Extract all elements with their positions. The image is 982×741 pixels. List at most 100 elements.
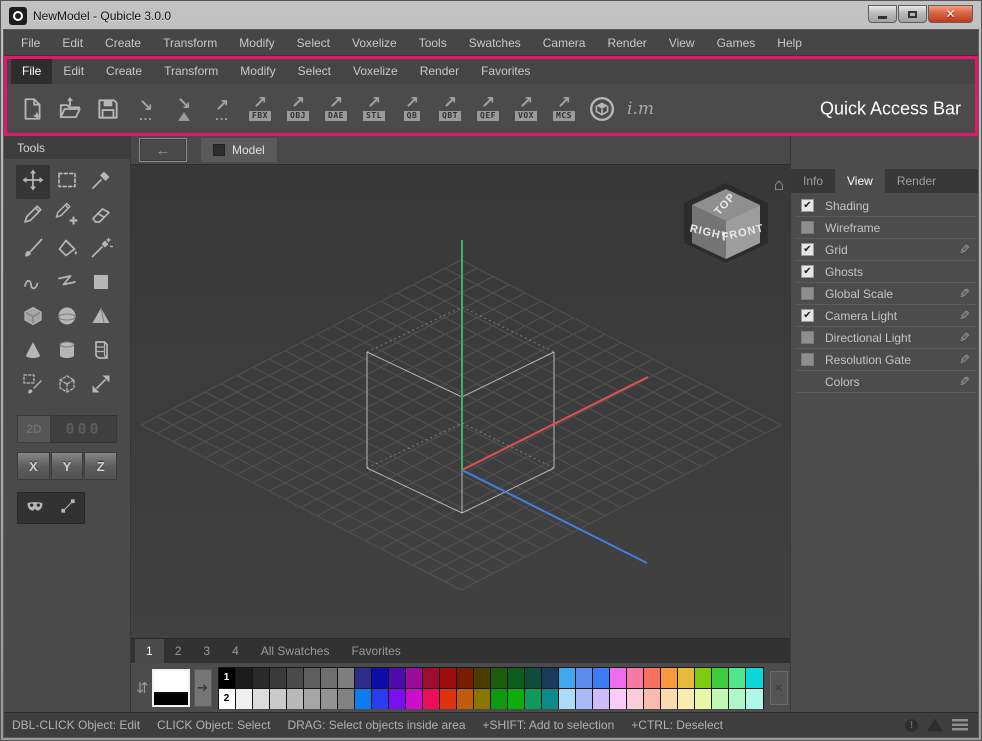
menu-modify[interactable]: Modify bbox=[228, 31, 285, 55]
palette-swatch[interactable] bbox=[303, 667, 321, 688]
palette-swatch[interactable] bbox=[354, 667, 372, 688]
menu-voxelize[interactable]: Voxelize bbox=[341, 31, 408, 55]
edit-pencil-icon[interactable]: ✎ bbox=[959, 352, 970, 368]
minimize-button[interactable] bbox=[868, 5, 897, 23]
secondary-color[interactable] bbox=[153, 693, 188, 705]
fill-tool[interactable] bbox=[50, 233, 84, 267]
close-button[interactable]: ✕ bbox=[928, 5, 973, 23]
palette-swatch[interactable] bbox=[337, 667, 355, 688]
menu-games[interactable]: Games bbox=[706, 31, 767, 55]
right-panel-tab-view[interactable]: View bbox=[835, 169, 885, 193]
delete-swatch-button[interactable]: ✕ bbox=[769, 670, 788, 705]
swatch-tab-all-swatches[interactable]: All Swatches bbox=[250, 639, 341, 663]
menu-transform[interactable]: Transform bbox=[152, 31, 228, 55]
maximize-button[interactable] bbox=[898, 5, 927, 23]
cylinder-tool[interactable] bbox=[50, 335, 84, 369]
sketchfab-button[interactable] bbox=[583, 87, 621, 131]
palette-swatch[interactable] bbox=[303, 688, 321, 709]
palette-swatch[interactable] bbox=[677, 688, 695, 709]
palette-swatch[interactable] bbox=[473, 667, 491, 688]
palette-swatch[interactable] bbox=[286, 667, 304, 688]
active-color-well[interactable] bbox=[151, 668, 190, 707]
menu-help[interactable]: Help bbox=[766, 31, 813, 55]
palette-swatch[interactable] bbox=[439, 667, 457, 688]
qab-menu-file[interactable]: File bbox=[11, 59, 53, 84]
spline-tool[interactable] bbox=[51, 493, 84, 523]
qab-menu-voxelize[interactable]: Voxelize bbox=[342, 59, 409, 84]
axis-x-button[interactable]: X bbox=[17, 452, 50, 480]
export-obj-button[interactable]: ↗ OBJ bbox=[279, 87, 317, 131]
export-qbt-button[interactable]: ↗ QBT bbox=[431, 87, 469, 131]
menu-select[interactable]: Select bbox=[286, 31, 341, 55]
palette-swatch[interactable] bbox=[541, 688, 559, 709]
slice-tool[interactable] bbox=[84, 335, 118, 369]
palette-swatch[interactable]: 1 bbox=[218, 667, 236, 688]
swatch-tab-1[interactable]: 1 bbox=[135, 639, 164, 663]
palette-swatch[interactable] bbox=[643, 688, 661, 709]
cone-tool[interactable] bbox=[16, 335, 50, 369]
palette-swatch[interactable]: 2 bbox=[218, 688, 236, 709]
swap-colors-icon[interactable]: ⇵ bbox=[136, 679, 149, 697]
palette-swatch[interactable] bbox=[507, 667, 525, 688]
navigation-cube[interactable]: TOP RIGHT FRONT bbox=[676, 181, 776, 285]
box-tool[interactable] bbox=[16, 301, 50, 335]
palette-swatch[interactable] bbox=[252, 688, 270, 709]
import-mesh-button[interactable]: ↘ bbox=[165, 87, 203, 131]
palette-swatch[interactable] bbox=[320, 688, 338, 709]
export-button[interactable]: ↗... bbox=[203, 87, 241, 131]
axis-y-button[interactable]: Y bbox=[50, 452, 84, 480]
palette-swatch[interactable] bbox=[626, 688, 644, 709]
palette-swatch[interactable] bbox=[439, 688, 457, 709]
export-vox-button[interactable]: ↗ VOX bbox=[507, 87, 545, 131]
export-stl-button[interactable]: ↗ STL bbox=[355, 87, 393, 131]
checkbox[interactable]: ✔ bbox=[801, 243, 814, 256]
palette-swatch[interactable] bbox=[473, 688, 491, 709]
qab-menu-edit[interactable]: Edit bbox=[52, 59, 95, 84]
palette-swatch[interactable] bbox=[728, 667, 746, 688]
palette-swatch[interactable] bbox=[490, 667, 508, 688]
rectangle-tool[interactable] bbox=[84, 267, 118, 301]
export-qef-button[interactable]: ↗ QEF bbox=[469, 87, 507, 131]
back-button[interactable]: ← bbox=[139, 138, 187, 162]
menu-view[interactable]: View bbox=[658, 31, 706, 55]
export-mcs-button[interactable]: ↗ MCS bbox=[545, 87, 583, 131]
qab-menu-select[interactable]: Select bbox=[287, 59, 342, 84]
palette-swatch[interactable] bbox=[235, 667, 253, 688]
palette-swatch[interactable] bbox=[524, 688, 542, 709]
palette-swatch[interactable] bbox=[677, 667, 695, 688]
3d-viewport[interactable]: ⌂ TOP RIGHT FRONT bbox=[131, 164, 790, 638]
2d-mode-button[interactable]: 2D bbox=[17, 415, 51, 443]
export-dae-button[interactable]: ↗ DAE bbox=[317, 87, 355, 131]
palette-swatch[interactable] bbox=[354, 688, 372, 709]
swatch-tab-favorites[interactable]: Favorites bbox=[340, 639, 411, 663]
palette-swatch[interactable] bbox=[728, 688, 746, 709]
cube-select-tool[interactable] bbox=[50, 369, 84, 403]
checkbox[interactable] bbox=[801, 353, 814, 366]
save-button[interactable] bbox=[89, 87, 127, 131]
checkbox[interactable]: ✔ bbox=[801, 265, 814, 278]
swatch-tab-4[interactable]: 4 bbox=[221, 639, 250, 663]
palette-swatch[interactable] bbox=[660, 667, 678, 688]
palette-swatch[interactable] bbox=[371, 688, 389, 709]
menu-create[interactable]: Create bbox=[94, 31, 152, 55]
palette-swatch[interactable] bbox=[592, 688, 610, 709]
palette-swatch[interactable] bbox=[456, 667, 474, 688]
palette-swatch[interactable] bbox=[524, 667, 542, 688]
palette-swatch[interactable] bbox=[745, 667, 763, 688]
line-tool[interactable] bbox=[50, 267, 84, 301]
palette-swatch[interactable] bbox=[286, 688, 304, 709]
checkbox[interactable] bbox=[801, 331, 814, 344]
palette-swatch[interactable] bbox=[422, 667, 440, 688]
palette-swatch[interactable] bbox=[541, 667, 559, 688]
palette-swatch[interactable] bbox=[405, 688, 423, 709]
add-color-button[interactable]: ➜ bbox=[193, 668, 212, 707]
rect-select-tool[interactable] bbox=[50, 165, 84, 199]
import-button[interactable]: ↘... bbox=[127, 87, 165, 131]
pencil-add-tool[interactable] bbox=[50, 199, 84, 233]
palette-swatch[interactable] bbox=[235, 688, 253, 709]
palette-swatch[interactable] bbox=[592, 667, 610, 688]
palette-swatch[interactable] bbox=[575, 667, 593, 688]
palette-swatch[interactable] bbox=[626, 667, 644, 688]
color-picker-tool[interactable] bbox=[84, 165, 118, 199]
palette-swatch[interactable] bbox=[694, 667, 712, 688]
